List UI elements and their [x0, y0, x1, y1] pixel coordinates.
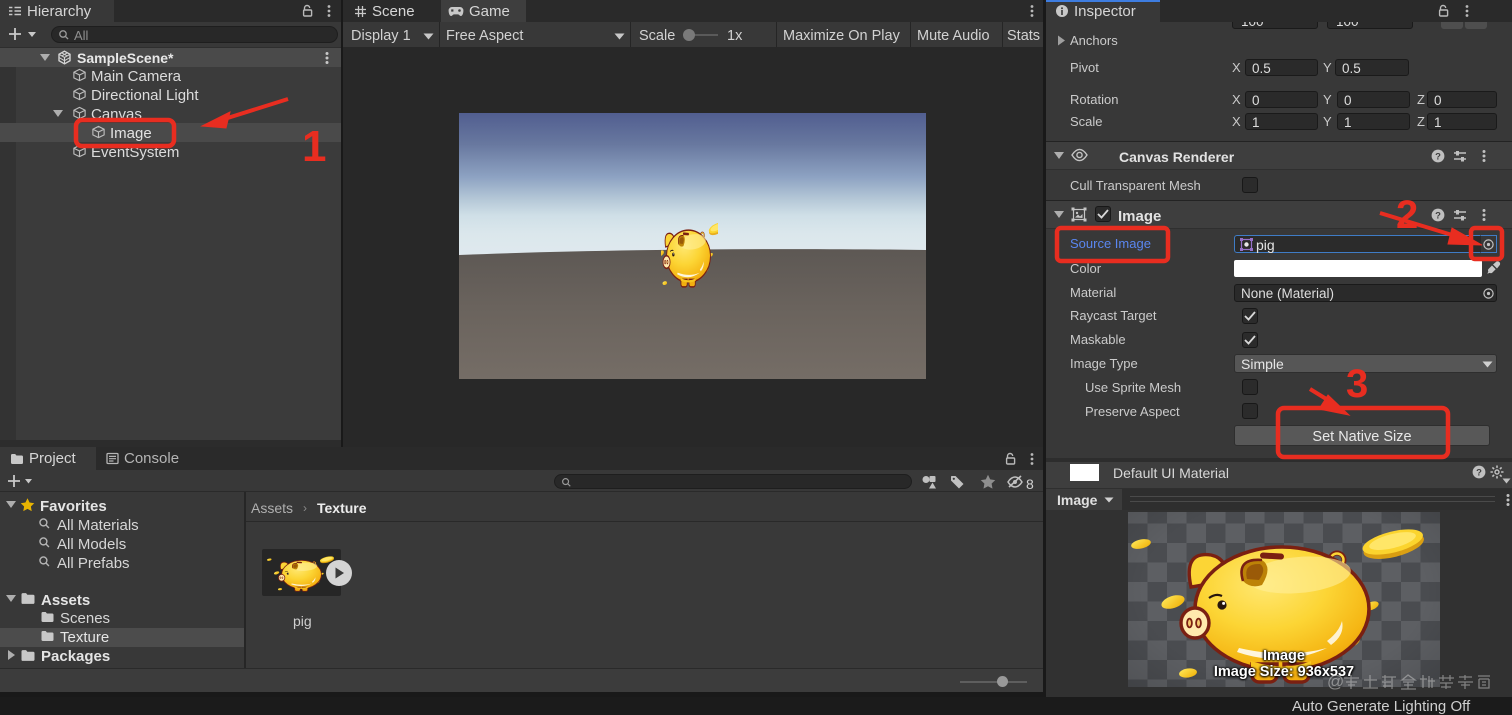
svg-text:3: 3 — [1346, 362, 1368, 406]
svg-text:2: 2 — [1396, 193, 1418, 237]
svg-text:1: 1 — [302, 122, 326, 171]
